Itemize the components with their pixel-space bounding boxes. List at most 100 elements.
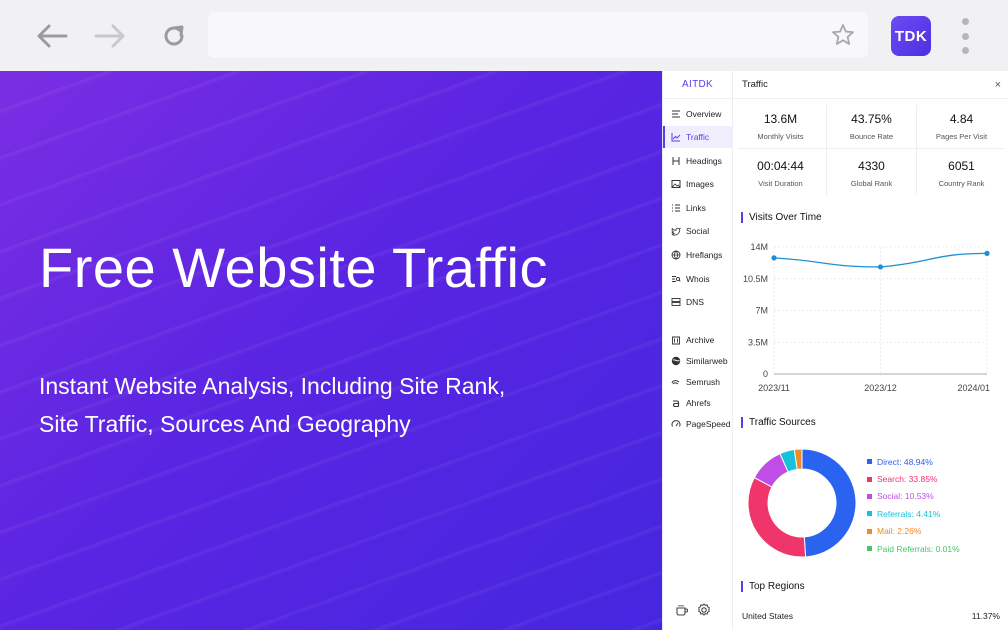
legend-swatch [867,493,872,499]
panel-sidebar: AITDK Overview Traffic Headings Images L… [663,71,733,630]
stat-value: 4330 [858,159,885,173]
nav-label: PageSpeed [686,419,731,429]
list-icon [670,108,682,120]
hero-title: Free Website Traffic [39,236,548,299]
settings-icon[interactable] [697,603,711,622]
panel-content: Traffic × 13.6M Monthly Visits 43.75% Bo… [734,71,1008,630]
star-icon [832,24,854,45]
nav-label: Links [686,203,706,213]
legend-label: Social: 10.53% [877,491,934,502]
legend-swatch [867,511,872,517]
legend-item[interactable]: Referrals: 4.41% [867,505,1008,522]
nav-item-headings[interactable]: Headings [663,150,733,172]
nav-item-similarweb[interactable]: Similarweb [663,350,733,372]
legend-label: Search: 33.85% [877,474,938,485]
brand-logo: AITDK [663,71,732,99]
traffic-sources-donut [744,443,874,563]
donut-slice[interactable] [801,448,857,558]
top-regions-title: Top Regions [741,581,805,592]
pagespeed-icon [670,418,682,430]
stat-label: Bounce Rate [849,132,894,141]
nav-label: Hreflangs [686,250,723,260]
stat-value: 4.84 [949,112,974,126]
nav-label: Overview [686,109,722,119]
hero-banner: Free Website Traffic Instant Website Ana… [0,71,662,630]
data-point[interactable] [771,255,777,261]
back-button[interactable] [34,18,70,54]
visits-chart-svg: 14M 10.5M 7M 3.5M 0 2023/11 2023/12 2024/01 [743,242,990,393]
panel-title: Traffic [742,79,768,90]
donut-slice[interactable] [747,476,807,558]
legend-item[interactable]: Mail: 2.26% [867,523,1008,540]
archive-icon [670,334,682,346]
y-tick-label: 3.5M [748,337,768,347]
twitter-icon [670,225,682,237]
nav-label: Similarweb [686,356,728,366]
nav-label: Headings [686,156,722,166]
forward-button[interactable] [92,18,128,54]
arrow-right-icon [94,24,125,48]
stat-label: Pages Per Visit [935,132,988,141]
data-point[interactable] [877,264,884,270]
nav-item-traffic[interactable]: Traffic [663,126,733,148]
region-value: 11.37% [971,611,1000,621]
legend-swatch [867,528,872,534]
nav-label: Whois [686,274,710,284]
close-icon[interactable]: × [995,79,1001,91]
region-row: United States 11.37% [742,611,1000,621]
donut-chart-svg [747,448,857,558]
traffic-sources-legend: Direct: 48.94% Search: 33.85% Social: 10.5… [867,453,1008,557]
sidebar-footer [675,603,711,622]
y-tick-label: 7M [755,306,768,316]
nav-item-semrush[interactable]: Semrush [663,371,733,393]
stat-value: 00:04:44 [757,159,804,173]
stat-label: Visit Duration [758,179,803,188]
coffee-icon[interactable] [675,603,689,622]
visits-line-chart: 14M 10.5M 7M 3.5M 0 2023/11 2023/12 2024/01 [734,231,1008,401]
address-bar[interactable] [208,12,868,58]
traffic-sources-title: Traffic Sources [741,417,816,428]
nav-item-dns[interactable]: DNS [663,291,733,313]
x-tick-label: 2023/11 [758,383,790,393]
semrush-icon [670,376,682,388]
bookmark-star-button[interactable] [830,22,856,53]
x-tick-label: 2024/01 [957,383,990,393]
kebab-icon [961,18,969,25]
nav-label: Images [686,179,714,189]
legend-item[interactable]: Paid Referrals: 0.01% [867,540,1008,557]
legend-swatch [867,546,872,552]
legend-item[interactable]: Search: 33.85% [867,470,1008,487]
stat-value: 43.75% [851,112,892,126]
whois-icon [670,273,682,285]
nav-item-social[interactable]: Social [663,220,733,242]
links-icon [670,202,682,214]
hero-subtitle-line: Instant Website Analysis, Including Site… [39,373,506,399]
image-icon [670,178,682,190]
nav-item-overview[interactable]: Overview [663,103,733,125]
server-icon [670,296,682,308]
ahrefs-icon [670,397,682,409]
legend-item[interactable]: Direct: 48.94% [867,453,1008,470]
data-point[interactable] [984,250,990,256]
nav-item-pagespeed[interactable]: PageSpeed [663,413,733,435]
nav-item-whois[interactable]: Whois [663,268,733,290]
legend-item[interactable]: Social: 10.53% [867,488,1008,505]
nav-label: DNS [686,297,704,307]
hero-subtitle-line: Site Traffic, Sources And Geography [39,411,411,437]
stat-monthly-visits: 13.6M Monthly Visits [736,101,825,147]
extension-tdk-button[interactable]: TDK [891,16,931,56]
browser-menu-button[interactable] [955,18,975,54]
stat-label: Monthly Visits [757,132,804,141]
nav-item-archive[interactable]: Archive [663,329,733,351]
visits-over-time-title: Visits Over Time [741,212,822,223]
nav-item-hreflangs[interactable]: Hreflangs [663,244,733,266]
nav-label: Social [686,226,710,236]
nav-item-links[interactable]: Links [663,197,733,219]
nav-item-images[interactable]: Images [663,173,733,195]
heading-icon [670,155,682,167]
nav-item-ahrefs[interactable]: Ahrefs [663,392,733,414]
y-tick-label: 10.5M [743,274,768,284]
arrow-left-icon [37,24,68,48]
reload-button[interactable] [156,18,192,54]
hero-subtitle: Instant Website Analysis, Including Site… [39,367,639,443]
